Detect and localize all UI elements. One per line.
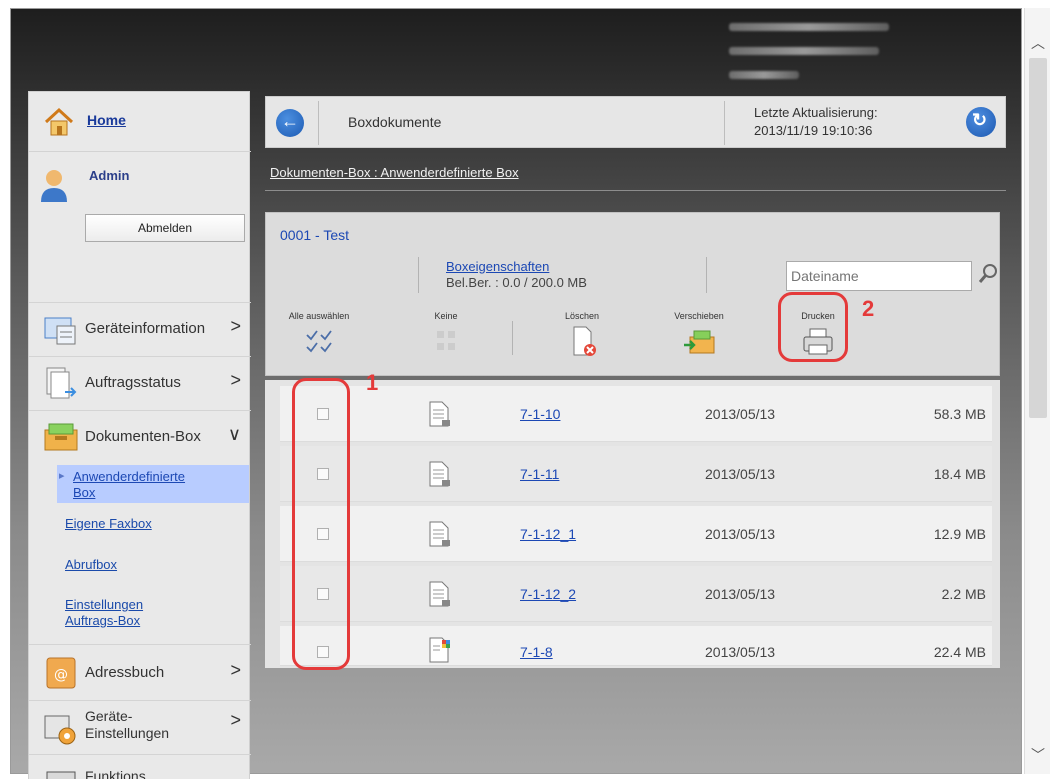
- file-size: 58.3 MB: [933, 406, 986, 422]
- move-to-box-icon: [684, 330, 715, 354]
- sidebar: Home Admin Abmelden Geräteinformation > …: [28, 91, 251, 779]
- file-name-link[interactable]: 7-1-12_2: [520, 586, 576, 602]
- annotation-highlight-print: [778, 292, 848, 362]
- file-size: 12.9 MB: [933, 526, 986, 542]
- file-date: 2013/05/13: [705, 466, 776, 482]
- document-icon: [429, 461, 450, 487]
- blurred-header-info: [711, 17, 911, 87]
- delete-document-icon: [573, 326, 596, 356]
- move-button[interactable]: Verschieben: [662, 311, 736, 359]
- arrow-left-icon: ←: [281, 111, 299, 131]
- chevron-right-icon: >: [230, 370, 241, 390]
- logout-button[interactable]: Abmelden: [85, 214, 245, 242]
- sidebar-subitem-polling-box[interactable]: Abrufbox: [65, 557, 117, 573]
- arrow-right-icon: ▸: [59, 470, 65, 482]
- function-icon: [46, 771, 76, 779]
- refresh-button[interactable]: ↻: [966, 107, 996, 137]
- page-header: ← Boxdokumente Letzte Aktualisierung: 20…: [265, 96, 1006, 148]
- document-box-icon: [44, 423, 78, 451]
- filename-search-input[interactable]: [786, 261, 972, 291]
- delete-button[interactable]: Löschen: [552, 311, 612, 359]
- sidebar-item-job-status[interactable]: Auftragsstatus >: [29, 356, 251, 410]
- device-info-icon: [44, 317, 76, 345]
- home-link[interactable]: Home: [87, 112, 126, 128]
- last-updated-label: Letzte Aktualisierung:: [754, 105, 878, 120]
- sidebar-item-label: Auftragsstatus: [85, 374, 181, 391]
- address-book-icon: @: [46, 657, 76, 689]
- chevron-right-icon: >: [230, 710, 241, 730]
- annotation-number-2: 2: [862, 296, 875, 321]
- user-name: Admin: [89, 168, 130, 183]
- refresh-icon: ↻: [972, 110, 988, 130]
- svg-text:@: @: [54, 667, 68, 683]
- sidebar-item-document-box[interactable]: Dokumenten-Box ∨: [29, 410, 251, 464]
- page-title: Boxdokumente: [348, 114, 442, 130]
- device-settings-icon: [44, 715, 76, 745]
- document-icon: [429, 581, 450, 607]
- sidebar-subitem-custom-box[interactable]: ▸ Anwenderdefinierte Box: [57, 465, 249, 503]
- file-date: 2013/05/13: [705, 644, 776, 660]
- annotation-number-1: 1: [366, 370, 379, 395]
- chevron-right-icon: >: [230, 660, 241, 680]
- sidebar-item-device-info[interactable]: Geräteinformation >: [29, 302, 251, 356]
- table-row[interactable]: 7-1-12_1 2013/05/13 12.9 MB: [280, 506, 992, 562]
- scroll-up-icon[interactable]: ︿: [1025, 30, 1051, 56]
- box-panel: 0001 - Test Boxeigenschaften Bel.Ber. : …: [265, 212, 1000, 376]
- annotation-highlight-checkboxes: [292, 378, 350, 670]
- table-row[interactable]: 7-1-10 2013/05/13 58.3 MB: [280, 386, 992, 442]
- table-row[interactable]: 7-1-12_2 2013/05/13 2.2 MB: [280, 566, 992, 622]
- sidebar-item-label: Adressbuch: [85, 664, 165, 681]
- table-row[interactable]: 7-1-11 2013/05/13 18.4 MB: [280, 446, 992, 502]
- file-name-link[interactable]: 7-1-12_1: [520, 526, 576, 542]
- file-date: 2013/05/13: [705, 406, 776, 422]
- sidebar-home[interactable]: Home: [29, 92, 251, 152]
- color-document-icon: [429, 637, 450, 663]
- search-icon[interactable]: [978, 263, 998, 285]
- select-all-button[interactable]: Alle auswählen: [280, 311, 358, 359]
- select-none-button[interactable]: Keine: [416, 311, 476, 359]
- file-name-link[interactable]: 7-1-10: [520, 406, 560, 422]
- vertical-scrollbar[interactable]: ︿ ﹀: [1024, 8, 1050, 774]
- chevron-down-icon: ∨: [227, 424, 241, 444]
- user-avatar-icon: [41, 170, 67, 202]
- job-status-icon: [46, 367, 77, 399]
- file-name-link[interactable]: 7-1-8: [520, 644, 553, 660]
- sidebar-subitem-fax-box[interactable]: Eigene Faxbox: [65, 516, 152, 532]
- file-date: 2013/05/13: [705, 526, 776, 542]
- sidebar-item-label: Geräteinformation: [85, 320, 206, 337]
- chevron-right-icon: >: [230, 316, 241, 336]
- document-icon: [429, 401, 450, 427]
- last-updated-value: 2013/11/19 19:10:36: [754, 123, 873, 138]
- box-name: 0001 - Test: [280, 227, 350, 243]
- table-row[interactable]: 7-1-8 2013/05/13 22.4 MB: [280, 626, 992, 666]
- sidebar-item-device-settings[interactable]: Geräte- Einstellungen >: [29, 702, 251, 756]
- sidebar-item-address-book[interactable]: @ Adressbuch >: [29, 646, 251, 700]
- file-size: 18.4 MB: [933, 466, 986, 482]
- file-name-link[interactable]: 7-1-11: [520, 466, 559, 482]
- scrollbar-thumb[interactable]: [1029, 58, 1047, 418]
- check-all-icon: [306, 330, 332, 353]
- back-button[interactable]: ←: [276, 109, 304, 137]
- file-date: 2013/05/13: [705, 586, 776, 602]
- file-list: 7-1-10 2013/05/13 58.3 MB 7-1-11 2013/05…: [265, 380, 1000, 668]
- box-properties-link[interactable]: Boxeigenschaften: [446, 259, 549, 274]
- scroll-down-icon[interactable]: ﹀: [1025, 742, 1051, 768]
- file-size: 22.4 MB: [933, 644, 986, 660]
- sidebar-item-label: Funktions: [85, 768, 146, 779]
- file-size: 2.2 MB: [941, 586, 986, 602]
- document-icon: [429, 521, 450, 547]
- box-usage: Bel.Ber. : 0.0 / 200.0 MB: [446, 275, 587, 290]
- sidebar-item-label: Geräte- Einstellungen: [85, 708, 170, 741]
- deselect-all-icon: [437, 331, 455, 350]
- breadcrumb[interactable]: Dokumenten-Box : Anwenderdefinierte Box: [270, 165, 519, 180]
- sidebar-item-label: Dokumenten-Box: [85, 428, 201, 445]
- sidebar-item-function[interactable]: Funktions: [29, 756, 251, 779]
- sidebar-subitem-job-box-settings[interactable]: Einstellungen Auftrags-Box: [65, 597, 143, 629]
- home-icon: [44, 107, 74, 136]
